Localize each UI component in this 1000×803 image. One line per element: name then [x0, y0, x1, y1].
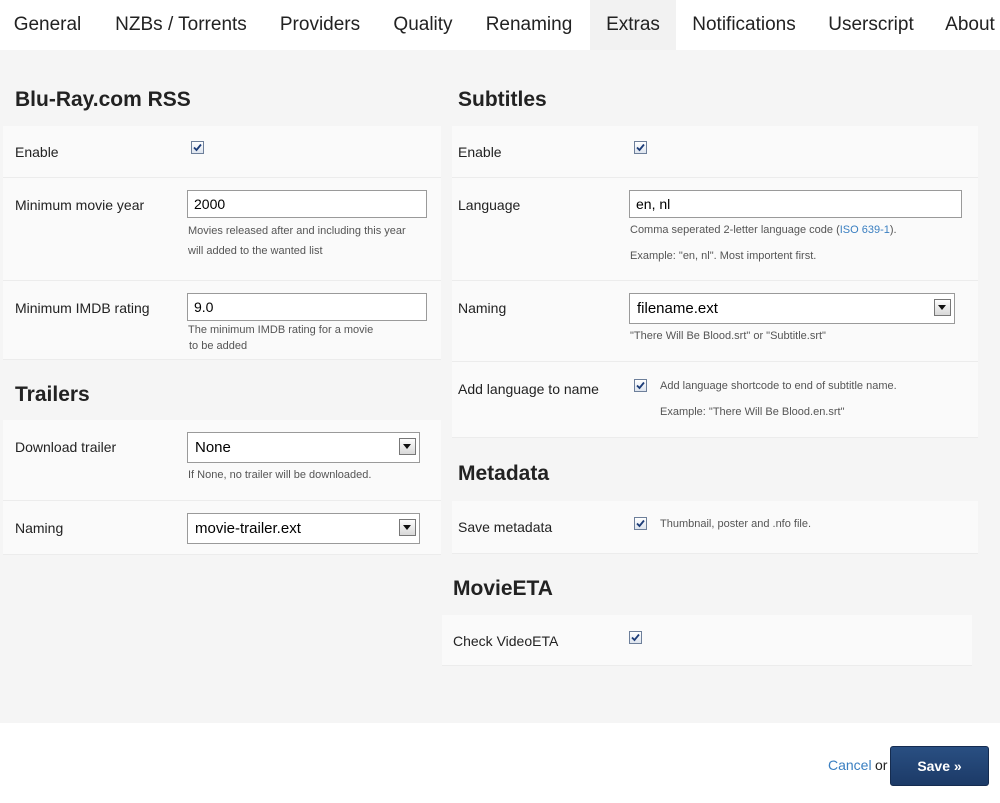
- check-icon: [631, 633, 640, 642]
- subtitles-naming-label: Naming: [458, 300, 507, 316]
- check-videoeta-label: Check VideoETA: [453, 633, 559, 649]
- bluray-section-title: Blu-Ray.com RSS: [15, 88, 191, 111]
- extras-panel: Blu-Ray.com RSS Enable Minimum movie yea…: [0, 50, 1000, 723]
- subtitles-naming-value: filename.ext: [637, 300, 718, 317]
- language-hint-text: Comma seperated 2-letter language code (: [630, 224, 840, 236]
- download-trailer-label: Download trailer: [15, 439, 117, 455]
- save-metadata-checkbox[interactable]: [634, 517, 647, 530]
- save-metadata-label: Save metadata: [458, 519, 553, 535]
- subtitles-enable-row: Enable: [452, 126, 978, 178]
- language-input[interactable]: [629, 190, 962, 218]
- trailer-naming-label: Naming: [15, 520, 64, 536]
- language-label: Language: [458, 197, 521, 213]
- chevron-down-icon: [399, 519, 416, 536]
- add-language-example: Example: "There Will Be Blood.en.srt": [660, 406, 845, 418]
- bluray-min-year-row: Minimum movie year Movies released after…: [3, 178, 441, 281]
- bluray-min-rating-row: Minimum IMDB rating The minimum IMDB rat…: [3, 281, 441, 360]
- chevron-down-icon: [399, 438, 416, 455]
- chevron-down-icon: [934, 299, 951, 316]
- language-example: Example: "en, nl". Most importent first.: [630, 250, 817, 262]
- subtitles-naming-hint: "There Will Be Blood.srt" or "Subtitle.s…: [630, 330, 826, 342]
- tab-extras[interactable]: Extras: [590, 0, 676, 50]
- iso-639-1-link[interactable]: ISO 639-1: [840, 224, 890, 236]
- language-hint: Comma seperated 2-letter language code (…: [630, 220, 897, 240]
- check-videoeta-row: Check VideoETA: [442, 615, 972, 666]
- save-metadata-row: Save metadata Thumbnail, poster and .nfo…: [452, 501, 978, 554]
- trailer-naming-select[interactable]: movie-trailer.ext: [187, 513, 420, 544]
- subtitles-naming-row: Naming filename.ext "There Will Be Blood…: [452, 281, 978, 362]
- min-rating-label: Minimum IMDB rating: [15, 300, 150, 316]
- min-year-input[interactable]: [187, 190, 427, 218]
- subtitles-enable-checkbox[interactable]: [634, 141, 647, 154]
- tab-providers[interactable]: Providers: [266, 0, 374, 50]
- movieeta-section-title: MovieETA: [453, 577, 553, 600]
- tab-quality[interactable]: Quality: [378, 0, 468, 50]
- min-rating-hint-1: The minimum IMDB rating for a movie: [188, 324, 374, 336]
- tab-userscript[interactable]: Userscript: [814, 0, 928, 50]
- add-language-hint: Add language shortcode to end of subtitl…: [660, 380, 897, 392]
- language-hint-suffix: ).: [889, 224, 897, 236]
- subtitles-section-title: Subtitles: [458, 88, 547, 111]
- tab-nzbs-torrents[interactable]: NZBs / Torrents: [98, 0, 264, 50]
- trailer-naming-value: movie-trailer.ext: [195, 520, 301, 537]
- min-year-hint-2: will added to the wanted list: [188, 245, 323, 257]
- check-icon: [636, 381, 645, 390]
- save-button[interactable]: Save »: [890, 746, 989, 786]
- min-year-label: Minimum movie year: [15, 197, 145, 213]
- check-videoeta-checkbox[interactable]: [629, 631, 642, 644]
- check-icon: [636, 143, 645, 152]
- min-rating-input[interactable]: [187, 293, 427, 321]
- trailer-download-row: Download trailer None If None, no traile…: [3, 420, 441, 501]
- tab-renaming[interactable]: Renaming: [472, 0, 586, 50]
- metadata-section-title: Metadata: [458, 462, 550, 485]
- add-language-row: Add language to name Add language shortc…: [452, 362, 978, 438]
- trailer-naming-row: Naming movie-trailer.ext: [3, 501, 441, 555]
- add-language-checkbox[interactable]: [634, 379, 647, 392]
- check-icon: [193, 143, 202, 152]
- tab-general[interactable]: General: [0, 0, 95, 50]
- bluray-enable-checkbox[interactable]: [191, 141, 204, 154]
- download-trailer-value: None: [195, 439, 231, 456]
- check-icon: [636, 519, 645, 528]
- trailers-section-title: Trailers: [15, 383, 90, 406]
- min-year-hint-1: Movies released after and including this…: [188, 225, 406, 237]
- bluray-enable-label: Enable: [15, 144, 59, 160]
- download-trailer-hint: If None, no trailer will be downloaded.: [188, 469, 372, 481]
- min-rating-hint-2: to be added: [189, 340, 248, 352]
- subtitles-language-row: Language Comma seperated 2-letter langua…: [452, 178, 978, 281]
- add-language-label: Add language to name: [458, 381, 599, 397]
- cancel-link[interactable]: Cancel: [828, 757, 872, 773]
- bluray-enable-row: Enable: [3, 126, 441, 178]
- tab-notifications[interactable]: Notifications: [680, 0, 808, 50]
- subtitles-enable-label: Enable: [458, 144, 502, 160]
- tab-about[interactable]: About: [934, 0, 1000, 50]
- settings-tabs: General NZBs / Torrents Providers Qualit…: [0, 0, 1000, 50]
- save-metadata-hint: Thumbnail, poster and .nfo file.: [660, 518, 812, 530]
- download-trailer-select[interactable]: None: [187, 432, 420, 463]
- or-text: or: [875, 757, 888, 773]
- subtitles-naming-select[interactable]: filename.ext: [629, 293, 955, 324]
